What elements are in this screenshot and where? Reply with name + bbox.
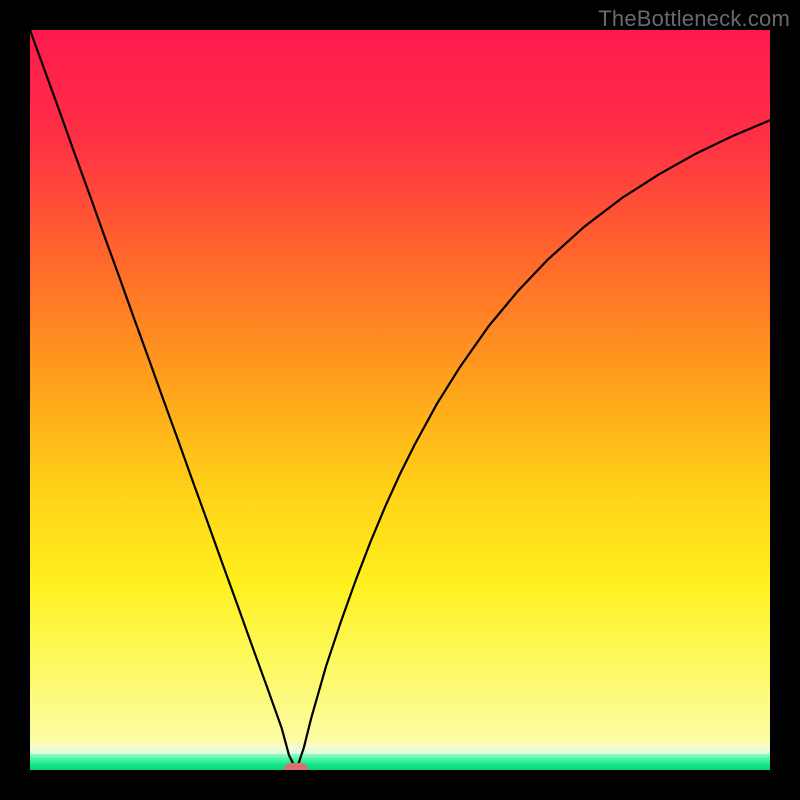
minimum-marker bbox=[284, 763, 308, 770]
chart-frame: TheBottleneck.com bbox=[0, 0, 800, 800]
plot-area bbox=[30, 30, 770, 770]
watermark-text: TheBottleneck.com bbox=[598, 6, 790, 32]
bottleneck-curve bbox=[30, 30, 770, 770]
